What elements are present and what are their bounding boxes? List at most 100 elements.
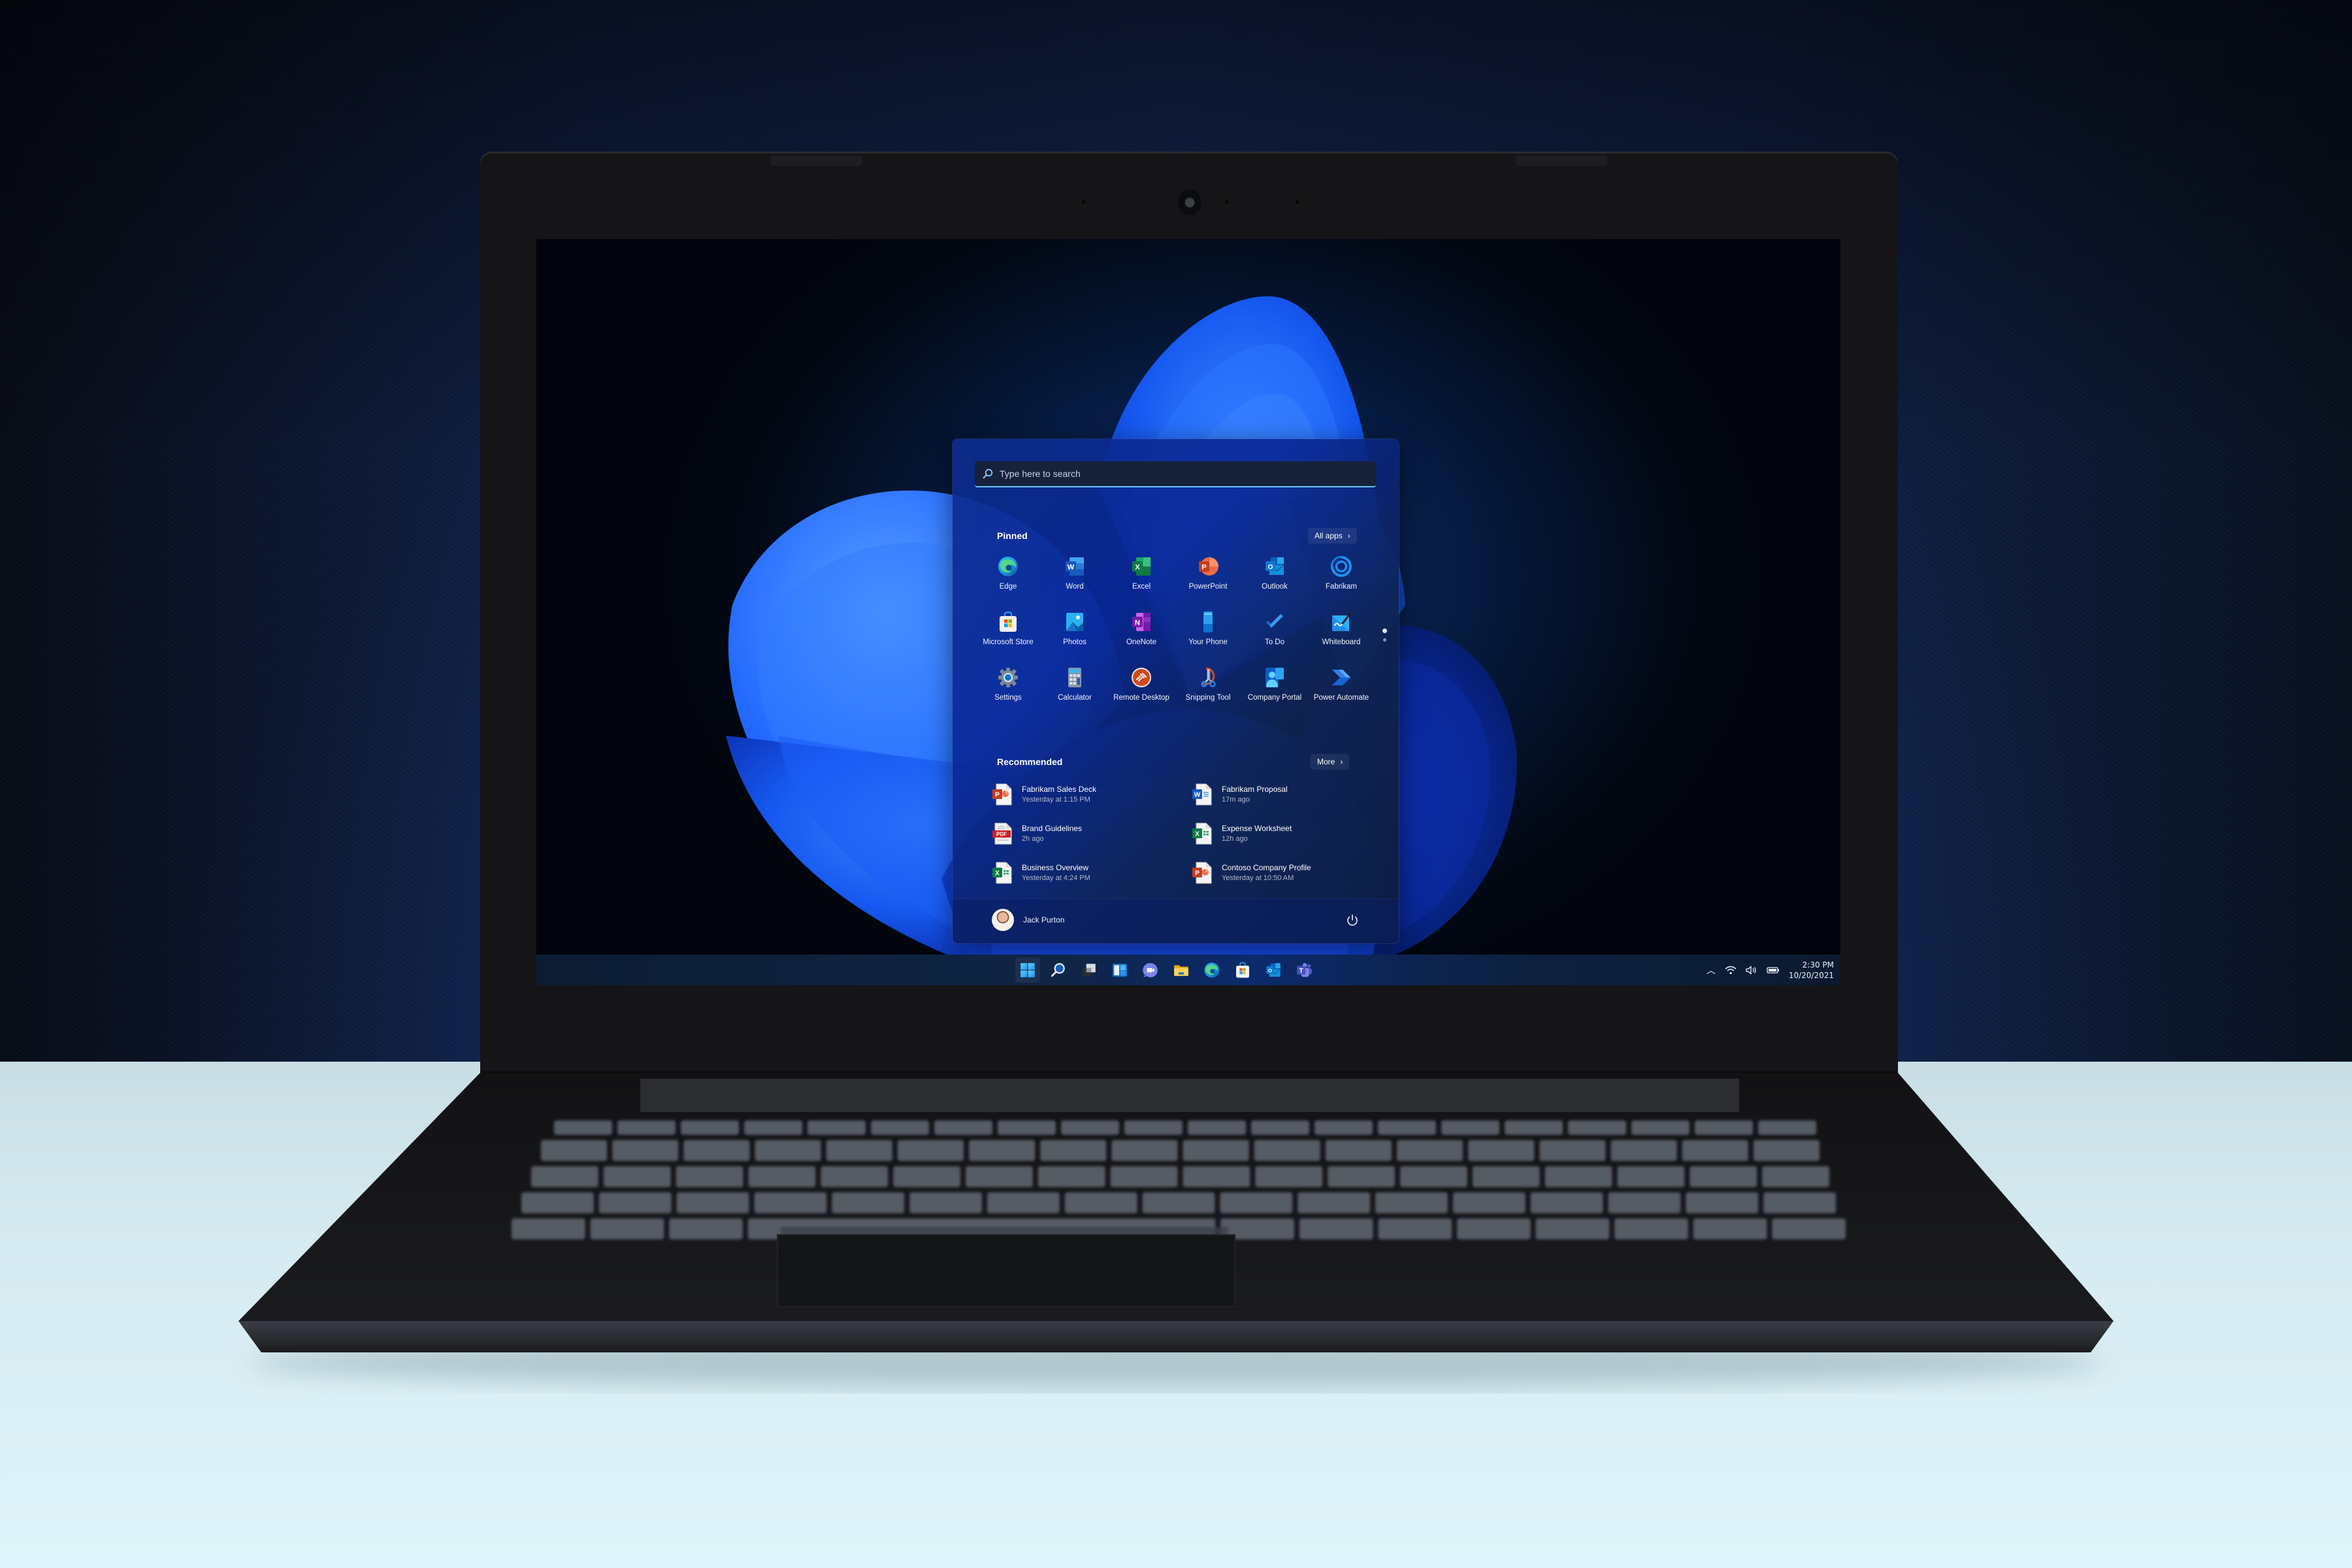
volume-icon[interactable] — [1746, 965, 1757, 975]
recommended-list: P Fabrikam Sales Deck Yesterday at 1:15 PM… — [992, 775, 1384, 892]
battery-icon[interactable] — [1767, 966, 1780, 974]
recommended-item[interactable]: PDF Brand Guidelines 2h ago — [992, 814, 1192, 853]
pinned-app-word[interactable]: W Word — [1041, 554, 1108, 610]
microphone-dot — [1296, 200, 1299, 204]
task-view-icon — [1081, 962, 1098, 979]
pinned-app-microsoft-store[interactable]: Microsoft Store — [975, 610, 1041, 665]
user-name: Jack Purton — [1023, 915, 1065, 924]
pinned-app-remote-desktop[interactable]: Remote Desktop — [1108, 665, 1175, 721]
pinned-app-excel[interactable]: X Excel — [1108, 554, 1175, 610]
svg-text:N: N — [1135, 619, 1140, 627]
user-account-button[interactable]: Jack Purton — [992, 909, 1064, 931]
pinned-app-label: Calculator — [1058, 694, 1092, 702]
pinned-app-label: Whiteboard — [1322, 638, 1361, 646]
pinned-app-to-do[interactable]: To Do — [1241, 610, 1308, 665]
file-explorer-icon — [1173, 962, 1190, 979]
recommended-item[interactable]: P Fabrikam Sales Deck Yesterday at 1:15 PM — [992, 775, 1192, 814]
pinned-app-label: Snipping Tool — [1185, 694, 1231, 702]
powerpoint-file-icon: P — [992, 783, 1013, 806]
clock[interactable]: 2:30 PM 10/20/2021 — [1789, 960, 1834, 981]
pinned-app-label: Microsoft Store — [983, 638, 1034, 646]
pinned-app-power-automate[interactable]: Power Automate — [1308, 665, 1375, 721]
svg-text:O: O — [1268, 968, 1272, 973]
recommended-heading: Recommended — [997, 757, 1063, 767]
taskbar-outlook-button[interactable]: O — [1261, 958, 1286, 983]
pinned-app-your-phone[interactable]: Your Phone — [1175, 610, 1241, 665]
recommended-item-subtitle: Yesterday at 1:15 PM — [1022, 796, 1090, 804]
recommended-item-subtitle: 17m ago — [1222, 796, 1250, 804]
whiteboard-icon — [1330, 611, 1352, 633]
pinned-app-outlook[interactable]: O Outlook — [1241, 554, 1308, 610]
recommended-item-text: Brand Guidelines 2h ago — [1022, 823, 1082, 844]
pinned-app-label: Your Phone — [1188, 638, 1228, 646]
teams-chat-icon — [1142, 962, 1159, 979]
pinned-app-powerpoint[interactable]: P PowerPoint — [1175, 554, 1241, 610]
pinned-app-edge[interactable]: Edge — [975, 554, 1041, 610]
calculator-icon — [1064, 666, 1086, 689]
taskbar-task-view-button[interactable] — [1077, 958, 1102, 983]
more-button[interactable]: More › — [1311, 754, 1350, 770]
recommended-item-text: Contoso Company Profile Yesterday at 10:5… — [1222, 862, 1311, 883]
recommended-item[interactable]: W Fabrikam Proposal 17m ago — [1192, 775, 1381, 814]
laptop-lid: Pinned All apps › Edge W Word X Excel P PowerP… — [480, 152, 1898, 1073]
recommended-item-text: Expense Worksheet 12h ago — [1222, 823, 1292, 844]
search-icon — [983, 468, 993, 479]
pinned-app-snipping-tool[interactable]: Snipping Tool — [1175, 665, 1241, 721]
chevron-right-icon: › — [1347, 531, 1350, 540]
pinned-app-calculator[interactable]: Calculator — [1041, 665, 1108, 721]
fabrikam-icon — [1330, 555, 1352, 578]
pinned-page-indicator[interactable] — [1382, 629, 1387, 642]
recommended-item[interactable]: P Contoso Company Profile Yesterday at 10:… — [1192, 853, 1381, 892]
more-label: More — [1317, 757, 1335, 766]
pinned-apps-grid: Edge W Word X Excel P PowerPoint O Outlook Fabrik… — [975, 554, 1376, 721]
taskbar-widgets-button[interactable] — [1107, 958, 1132, 983]
all-apps-button[interactable]: All apps › — [1308, 528, 1357, 544]
wifi-icon[interactable] — [1725, 966, 1737, 975]
taskbar-start-button[interactable] — [1015, 957, 1040, 983]
webcam — [1178, 189, 1201, 216]
snipping-tool-icon — [1197, 666, 1219, 689]
recommended-item[interactable]: X Expense Worksheet 12h ago — [1192, 814, 1381, 853]
pinned-app-settings[interactable]: Settings — [975, 665, 1041, 721]
pinned-app-fabrikam[interactable]: Fabrikam — [1308, 554, 1375, 610]
page-dot[interactable] — [1383, 638, 1386, 642]
svg-text:P: P — [1201, 564, 1206, 572]
page-dot-active[interactable] — [1382, 629, 1387, 633]
desk-surface — [0, 1062, 2352, 1568]
taskbar-search-button[interactable] — [1046, 958, 1071, 983]
clock-time: 2:30 PM — [1802, 960, 1834, 970]
search-input[interactable] — [998, 468, 1367, 480]
pinned-app-photos[interactable]: Photos — [1041, 610, 1108, 665]
svg-text:PDF: PDF — [996, 832, 1007, 838]
pinned-app-label: Settings — [994, 694, 1022, 702]
pinned-heading: Pinned — [997, 531, 1028, 541]
taskbar-edge-button[interactable] — [1200, 958, 1224, 983]
company-portal-icon — [1264, 666, 1286, 689]
recommended-item-subtitle: Yesterday at 10:50 AM — [1222, 874, 1294, 882]
taskbar-microsoft-store-button[interactable] — [1230, 958, 1255, 983]
pinned-app-label: Fabrikam — [1326, 583, 1357, 591]
pinned-app-onenote[interactable]: N OneNote — [1108, 610, 1175, 665]
taskbar-chat-button[interactable] — [1138, 958, 1163, 983]
chevron-up-icon[interactable]: ︿ — [1707, 964, 1716, 977]
pinned-app-label: Remote Desktop — [1113, 694, 1169, 702]
start-search-box[interactable] — [975, 461, 1376, 487]
pinned-app-label: Edge — [999, 583, 1017, 591]
lid-bumper-right — [1516, 155, 1607, 166]
powerpoint-file-icon: P — [1192, 862, 1213, 884]
widgets-icon — [1111, 962, 1128, 979]
recommended-item-text: Fabrikam Proposal 17m ago — [1222, 784, 1288, 805]
settings-icon — [997, 666, 1019, 689]
outlook-icon: O — [1265, 962, 1282, 979]
pinned-app-whiteboard[interactable]: Whiteboard — [1308, 610, 1375, 665]
pinned-app-company-portal[interactable]: Company Portal — [1241, 665, 1308, 721]
all-apps-label: All apps — [1315, 531, 1343, 540]
windows-start-icon — [1019, 962, 1036, 979]
photos-icon — [1064, 611, 1086, 633]
edge-icon — [997, 555, 1019, 578]
taskbar-file-explorer-button[interactable] — [1169, 958, 1194, 983]
taskbar-teams-button[interactable]: T — [1292, 958, 1316, 983]
excel-file-icon: X — [1192, 823, 1213, 845]
recommended-item[interactable]: X Business Overview Yesterday at 4:24 PM — [992, 853, 1192, 892]
power-icon[interactable] — [1345, 913, 1360, 928]
